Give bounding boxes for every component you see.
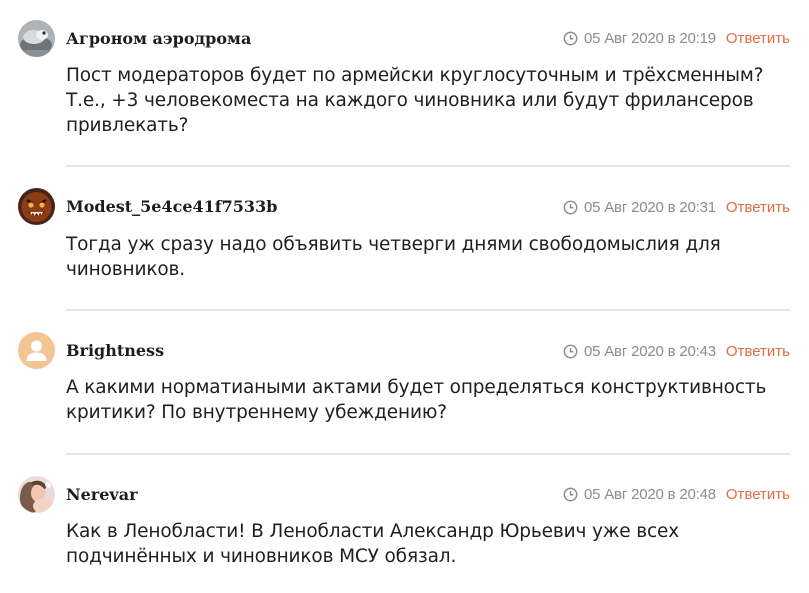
reply-button[interactable]: Ответить [726,199,790,216]
reply-button[interactable]: Ответить [726,486,790,503]
default-user-avatar-icon [18,332,55,369]
reply-button[interactable]: Ответить [726,343,790,360]
comment-meta: 05 Авг 2020 в 20:19 Ответить [563,30,790,47]
comment-text: Как в Ленобласти! В Ленобласти Александр… [66,521,680,567]
comment-date: 05 Авг 2020 в 20:31 [584,199,716,216]
divider [66,453,790,455]
clock-icon [563,31,578,46]
clock-icon [563,344,578,359]
divider [66,165,790,167]
comment-text: Тогда уж сразу надо объявить четверги дн… [66,234,721,280]
avatar[interactable] [18,476,55,513]
comment-text: Пост модераторов будет по армейски кругл… [66,65,764,136]
comment-author[interactable]: Brightness [66,341,164,360]
comment-meta: 05 Авг 2020 в 20:31 Ответить [563,199,790,216]
divider [66,309,790,311]
avatar[interactable] [18,20,55,57]
grey-creature-avatar-icon [18,20,55,57]
photo-avatar-icon [18,476,55,513]
reply-button[interactable]: Ответить [726,30,790,47]
clock-icon [563,200,578,215]
comment-meta: 05 Авг 2020 в 20:48 Ответить [563,486,790,503]
avatar[interactable] [18,332,55,369]
comment-date: 05 Авг 2020 в 20:19 [584,30,716,47]
comment-text: А какими норматиаными актами будет опред… [66,377,767,423]
comment-meta: 05 Авг 2020 в 20:43 Ответить [563,343,790,360]
comment-author[interactable]: Агроном аэродрома [66,29,251,48]
avatar[interactable] [18,188,55,225]
comment-author[interactable]: Modest_5e4ce41f7533b [66,197,277,216]
clock-icon [563,487,578,502]
comment-date: 05 Авг 2020 в 20:48 [584,486,716,503]
comment-author[interactable]: Nerevar [66,485,138,504]
angry-brown-creature-avatar-icon [18,188,55,225]
comment-date: 05 Авг 2020 в 20:43 [584,343,716,360]
